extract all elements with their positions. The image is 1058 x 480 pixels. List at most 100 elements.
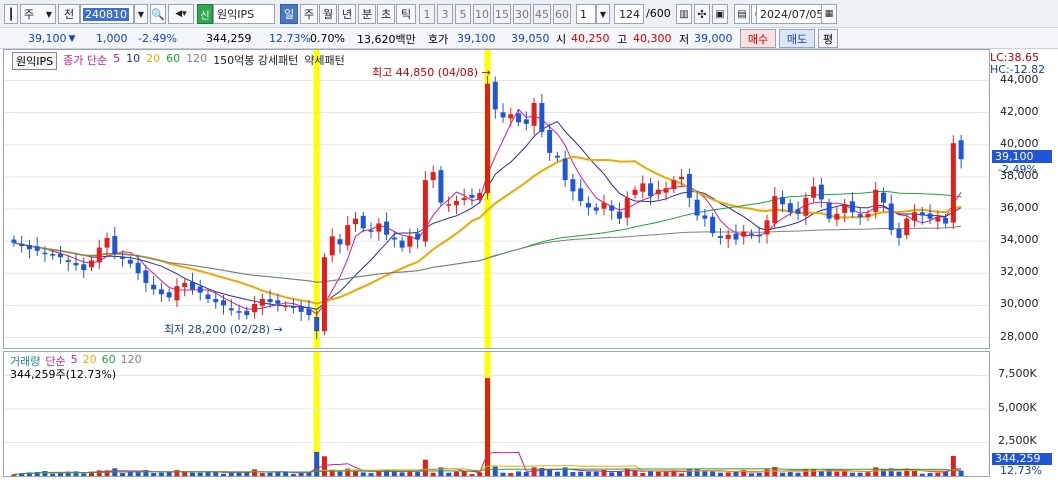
volume-bar <box>127 472 133 476</box>
volume-bar <box>314 451 320 476</box>
period-label: 주 <box>303 8 315 21</box>
volume-bar <box>849 472 855 476</box>
search-button[interactable]: 🔍 <box>150 4 166 24</box>
interval-30[interactable]: 30 <box>513 4 531 24</box>
price-tick-label: 34,000 <box>1000 233 1039 247</box>
volume-bar <box>500 472 506 476</box>
interval-3[interactable]: 3 <box>437 4 453 24</box>
volume-bar <box>935 472 941 476</box>
print-button[interactable]: ▤ <box>734 4 750 24</box>
high-label: 고 <box>617 32 628 46</box>
volume-bar <box>407 471 413 476</box>
price-chart[interactable] <box>4 50 989 348</box>
interval-1[interactable]: 1 <box>419 4 435 24</box>
volume-axis: 7,500K 5,000K 2,500K 344,259 12.73% <box>990 351 1058 477</box>
candle-body <box>158 289 164 295</box>
calendar-icon: ▦ <box>824 9 834 19</box>
volume-chart[interactable] <box>4 352 989 476</box>
candle-body <box>477 192 483 200</box>
volume-bar <box>702 471 708 476</box>
stock-name-field[interactable]: 원익IPS <box>213 4 275 24</box>
candle-type-button[interactable]: ▥ <box>676 4 692 24</box>
interval-60[interactable]: 60 <box>553 4 571 24</box>
volume-bar <box>725 472 731 476</box>
interval-5[interactable]: 5 <box>455 4 471 24</box>
candle-body <box>601 202 607 209</box>
candle-body <box>345 225 351 246</box>
candle-body <box>935 217 941 222</box>
period-year[interactable]: 년 <box>338 4 356 24</box>
candle-body <box>391 237 397 240</box>
market-select[interactable]: 주 ▼ <box>20 4 56 24</box>
code-dropdown-button[interactable]: ▼ <box>134 4 148 24</box>
window-menu-button[interactable]: ┃ <box>4 4 18 24</box>
price-tick-label: 40,000 <box>1000 136 1039 150</box>
current-price-tag: 39,100 <box>992 150 1052 163</box>
candle-body <box>120 256 126 259</box>
eval-button[interactable]: 평 <box>818 29 838 48</box>
volume-bar <box>857 472 863 476</box>
candle-body <box>741 231 747 237</box>
volume-bar <box>42 471 48 476</box>
candle-body <box>756 234 762 237</box>
interval-10[interactable]: 10 <box>473 4 491 24</box>
price-tick-label: 42,000 <box>1000 104 1039 118</box>
eval-label: 평 <box>822 32 834 46</box>
candle-body <box>842 204 848 213</box>
interval-label: 60 <box>555 7 569 21</box>
candle-body <box>826 202 832 219</box>
period-minute[interactable]: 분 <box>358 4 376 24</box>
chevron-down-icon: ▼ <box>45 9 52 19</box>
legend-ma120: 120 <box>186 52 208 65</box>
period-week[interactable]: 주 <box>300 4 318 24</box>
bid-value: 39,050 <box>511 32 550 45</box>
interval-45[interactable]: 45 <box>533 4 551 24</box>
prev-button[interactable]: 전 <box>58 4 80 24</box>
candle-body <box>314 316 320 332</box>
interval-15[interactable]: 15 <box>493 4 511 24</box>
volume-bar <box>453 471 459 476</box>
candle-body <box>710 216 716 234</box>
candle-body <box>578 188 584 202</box>
period-tick[interactable]: 틱 <box>396 4 416 24</box>
volume-bar <box>158 472 164 476</box>
price-chart-pane[interactable]: 원익IPS 종가 단순 5 10 20 60 120 150억봉 강세패턴 약세… <box>3 49 990 349</box>
save-button[interactable]: ▣ <box>712 4 728 24</box>
candle-body <box>244 310 250 316</box>
candle-body <box>360 215 366 229</box>
unit-input[interactable]: 1 <box>576 4 596 24</box>
market-label: 주 <box>24 8 35 21</box>
candle-body <box>772 196 778 224</box>
candle-body <box>461 197 467 201</box>
buy-button[interactable]: 매수 <box>740 29 776 48</box>
period-day[interactable]: 일 <box>280 4 298 24</box>
candle-body <box>834 213 840 220</box>
count-input[interactable]: 124 <box>614 4 644 24</box>
crosshair-button[interactable]: ✣ <box>694 4 710 24</box>
candle-body <box>50 254 56 256</box>
calendar-button[interactable]: ▦ <box>821 4 837 24</box>
volume-chart-pane[interactable]: 거래량 단순 5 20 60 120 344,259주(12.73%) <box>3 351 990 477</box>
volume-bar <box>523 472 529 476</box>
speaker-button[interactable]: ◀▾ <box>168 4 194 24</box>
volume-bar <box>616 471 622 476</box>
current-price-value: 39,100 <box>28 32 67 45</box>
price-tick-label: 36,000 <box>1000 201 1039 215</box>
price-change-pct: -2.49% <box>138 32 177 45</box>
period-second[interactable]: 초 <box>377 4 395 24</box>
volume-bar <box>228 472 234 476</box>
candle-body <box>399 240 405 248</box>
volume-bar <box>609 472 615 476</box>
volume-bar <box>578 471 584 476</box>
volume-bar <box>197 472 203 476</box>
speaker-icon: ◀▾ <box>175 9 187 19</box>
candle-body <box>702 215 708 219</box>
volume-bar <box>663 472 669 476</box>
period-month[interactable]: 월 <box>319 4 337 24</box>
stock-code-input[interactable]: 240810 <box>80 4 134 24</box>
unit-dropdown[interactable]: ▼ <box>596 4 610 24</box>
date-input[interactable]: 2024/07/05 <box>756 4 823 24</box>
sell-button[interactable]: 매도 <box>779 29 815 48</box>
unit-value: 1 <box>580 7 587 21</box>
candle-body <box>950 143 956 223</box>
